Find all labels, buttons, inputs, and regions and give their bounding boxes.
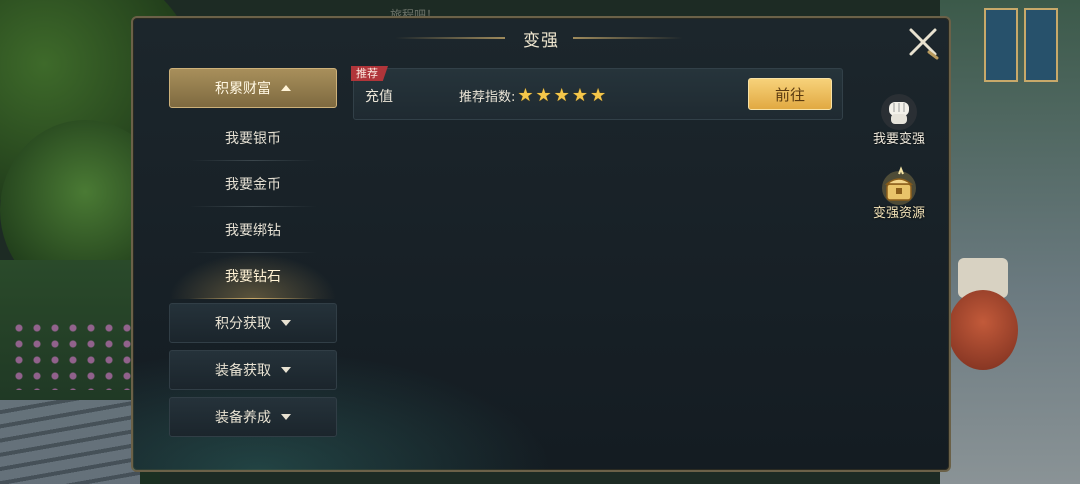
rating-stars: ★ ★ ★ ★ ★: [517, 84, 607, 106]
side-tab-resources[interactable]: 变强资源: [855, 166, 943, 240]
submenu-label: 我要银币: [225, 131, 281, 147]
submenu-item-gold[interactable]: 我要金币: [169, 161, 337, 207]
submenu-item-diamond[interactable]: 我要钻石: [169, 253, 337, 299]
fist-icon: [881, 94, 917, 130]
expand-arrow-icon: [281, 320, 291, 326]
list-item: 推荐 充值 推荐指数: ★ ★ ★ ★ ★ 前往: [351, 66, 843, 120]
rating-label: 推荐指数:: [459, 90, 516, 105]
submenu-label: 我要绑钻: [225, 223, 281, 239]
recommend-tag: 推荐: [351, 66, 388, 81]
category-label: 积分获取: [215, 316, 271, 332]
close-button[interactable]: [903, 22, 943, 62]
submenu-label: 我要钻石: [225, 269, 281, 285]
submenu-item-silver[interactable]: 我要银币: [169, 115, 337, 161]
star-icon: ★: [535, 84, 552, 106]
treasure-chest-icon: [882, 166, 916, 205]
submenu-wealth: 我要银币 我要金币 我要绑钻 我要钻石: [169, 115, 337, 299]
side-tab-label: 我要变强: [872, 132, 925, 147]
menu-category-equipment-upgrade[interactable]: 装备养成: [169, 397, 337, 437]
become-stronger-panel: 变强 积累财富 我要银币 我要金币 我要绑钻 我要钻石 积分获取 装备获取 装备…: [131, 16, 951, 472]
close-x-icon: [909, 28, 939, 60]
npc-character[interactable]: [948, 250, 1018, 380]
item-name: 充值: [365, 89, 393, 105]
star-icon: ★: [553, 84, 570, 106]
category-label: 装备养成: [215, 410, 271, 426]
submenu-label: 我要金币: [225, 177, 281, 193]
category-menu: 积累财富 我要银币 我要金币 我要绑钻 我要钻石 积分获取 装备获取 装备养成: [169, 68, 337, 444]
expand-arrow-icon: [281, 367, 291, 373]
menu-category-points[interactable]: 积分获取: [169, 303, 337, 343]
flowers: [10, 320, 140, 390]
category-label: 装备获取: [215, 363, 271, 379]
recommend-rating: 推荐指数: ★ ★ ★ ★ ★: [459, 86, 606, 105]
side-tab-label: 变强资源: [872, 206, 925, 221]
content-list: 推荐 充值 推荐指数: ★ ★ ★ ★ ★ 前往: [351, 66, 843, 448]
npc-head: [948, 290, 1018, 370]
category-label: 积累财富: [215, 81, 271, 97]
submenu-item-bound-diamond[interactable]: 我要绑钻: [169, 207, 337, 253]
menu-category-wealth[interactable]: 积累财富: [169, 68, 337, 108]
banner: [1024, 8, 1058, 82]
panel-title: 变强: [523, 31, 559, 51]
star-icon: ★: [589, 84, 607, 106]
menu-category-equipment-get[interactable]: 装备获取: [169, 350, 337, 390]
star-icon: ★: [571, 84, 588, 106]
expand-arrow-icon: [281, 414, 291, 420]
stairs: [0, 400, 140, 484]
title-bar: 变强: [133, 18, 949, 60]
side-tabs: 我要变强 变强资源: [855, 92, 943, 240]
go-button[interactable]: 前往: [748, 78, 832, 110]
banner: [984, 8, 1018, 82]
star-icon: ★: [517, 84, 534, 106]
side-tab-become-stronger[interactable]: 我要变强: [855, 92, 943, 166]
collapse-arrow-icon: [281, 85, 291, 91]
